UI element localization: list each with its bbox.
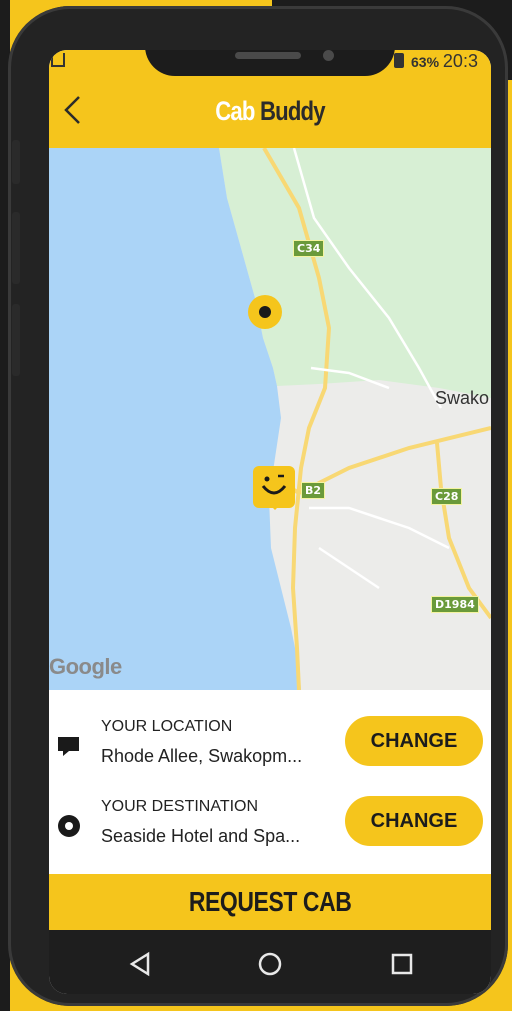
map-place-label: Swako [435,388,490,408]
target-dot-icon [58,815,80,837]
destination-row: YOUR DESTINATION Seaside Hotel and Spa..… [49,796,491,868]
map-canvas [49,148,491,690]
map-view[interactable]: Swako C34 B2 C28 D1984 Google [49,148,491,690]
system-nav-bar [49,930,491,994]
nav-recents-button[interactable] [382,944,422,984]
request-cab-button[interactable]: REQUEST CAB [49,874,491,930]
status-bar: 63% 20:3 [411,51,478,72]
speaker-grille [235,52,301,59]
request-cab-label: REQUEST CAB [188,886,352,917]
triangle-back-icon [129,951,150,977]
circle-home-icon [258,952,282,976]
nav-back-button[interactable] [120,944,160,984]
back-button[interactable] [61,94,85,126]
phone-side-button [12,140,20,184]
road-shield-c34: C34 [293,240,325,257]
app-title: Cab Buddy [89,96,451,127]
destination-value: Seaside Hotel and Spa... [101,826,301,846]
cab-marker-icon[interactable] [253,466,295,510]
phone-volume-down [12,304,20,376]
location-value: Rhode Allee, Swakopm... [101,746,303,766]
nav-home-button[interactable] [250,944,290,984]
location-label: YOUR LOCATION [101,718,233,735]
battery-level: 63% [411,54,440,70]
road-shield-c28: C28 [431,488,463,505]
front-camera [323,50,334,61]
chat-bubble-icon [58,737,79,756]
app-header: 63% 20:3 Cab Buddy [49,50,491,148]
status-time: 20:3 [442,51,478,71]
change-location-button[interactable]: CHANGE [345,716,483,766]
square-recents-icon [391,953,413,975]
battery-icon [394,53,404,68]
phone-notch [145,50,395,76]
app-title-part2: Buddy [259,96,326,126]
destination-pin-icon[interactable] [248,295,282,329]
smiley-icon [261,474,287,495]
google-attribution: Google [49,654,122,679]
change-destination-button[interactable]: CHANGE [345,796,483,846]
notification-icon [51,53,65,67]
app-title-part1: Cab [215,96,255,126]
road-shield-b2: B2 [301,482,326,499]
app-screen: 63% 20:3 Cab Buddy Swako C34 B2 C28 D198… [49,50,491,994]
phone-frame: 63% 20:3 Cab Buddy Swako C34 B2 C28 D198… [8,6,508,1006]
destination-label: YOUR DESTINATION [101,798,259,815]
location-row: YOUR LOCATION Rhode Allee, Swakopm... CH… [49,716,491,788]
phone-volume-up [12,212,20,284]
chevron-left-icon [64,96,80,124]
trip-panel: YOUR LOCATION Rhode Allee, Swakopm... CH… [49,690,491,874]
road-shield-d1984: D1984 [431,596,479,613]
